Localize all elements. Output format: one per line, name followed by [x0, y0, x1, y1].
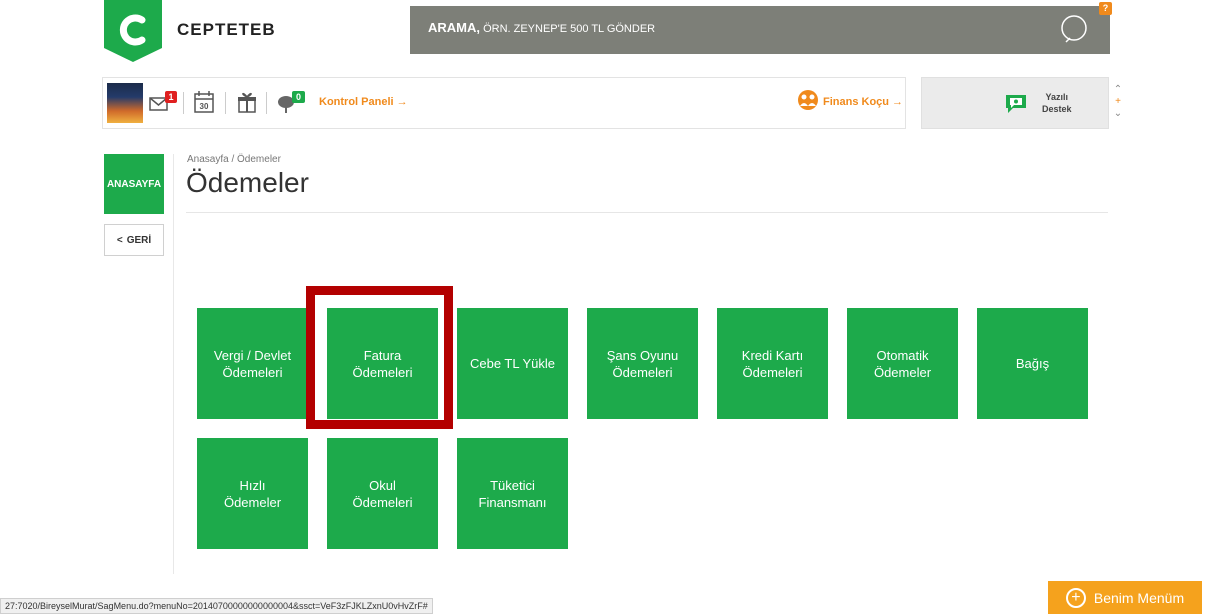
page-title: Ödemeler	[186, 167, 309, 198]
tile-sans-oyunu-odemeleri[interactable]: Şans Oyunu Ödemeleri	[587, 308, 698, 419]
anasayfa-button[interactable]: ANASAYFA	[104, 154, 164, 214]
tile-okul-odemeleri[interactable]: Okul Ödemeleri	[327, 438, 438, 549]
yazili-destek-label: Yazılı Destek	[1042, 92, 1072, 114]
chevron-left-icon: <	[116, 234, 123, 246]
svg-text:30: 30	[200, 102, 209, 111]
search-bar[interactable]: ARAMA, ÖRN. ZEYNEP'E 500 TL GÖNDER ?	[410, 2, 1112, 54]
title-divider	[186, 212, 1108, 213]
tile-cebe-tl-yukle[interactable]: Cebe TL Yükle	[457, 308, 568, 419]
scroll-arrows[interactable]: ⌃ + ⌄	[1111, 84, 1125, 124]
mail-icon[interactable]: 1	[149, 91, 179, 118]
yazili-destek-button[interactable]: Yazılı Destek	[921, 77, 1109, 129]
calendar-icon[interactable]: 30	[194, 91, 214, 118]
chevron-up-icon[interactable]: ⌃	[1111, 84, 1125, 96]
back-button[interactable]: < GERİ	[104, 224, 164, 256]
dashboard-bar: 1 30 0 Kontrol Paneli → Finans Koçu →	[102, 77, 906, 129]
tile-bagis[interactable]: Bağış	[977, 308, 1088, 419]
breadcrumb[interactable]: Anasayfa / Ödemeler	[187, 154, 281, 165]
svg-text:0: 0	[296, 92, 301, 102]
help-badge[interactable]: ?	[1099, 2, 1112, 15]
highlight-box	[306, 286, 453, 429]
finans-kocu-label: Finans Koçu →	[823, 95, 904, 108]
chat-icon	[1004, 92, 1028, 119]
cepteteb-logo[interactable]	[104, 0, 162, 62]
divider	[183, 92, 184, 114]
finans-kocu-link[interactable]: Finans Koçu →	[797, 89, 903, 114]
divider	[225, 92, 226, 114]
tile-tuketici-finansmani[interactable]: Tüketici Finansmanı	[457, 438, 568, 549]
search-icon[interactable]	[1056, 10, 1096, 50]
search-placeholder: ARAMA, ÖRN. ZEYNEP'E 500 TL GÖNDER	[428, 20, 656, 35]
tile-otomatik-odemeler[interactable]: Otomatik Ödemeler	[847, 308, 958, 419]
brand-name: CEPTETEB	[177, 20, 276, 39]
back-label: GERİ	[126, 234, 152, 246]
plus-circle-icon: +	[1065, 587, 1086, 608]
benim-menum-label: Benim Menüm	[1093, 589, 1185, 606]
sidebar-divider	[173, 154, 174, 574]
avatar[interactable]	[107, 83, 143, 123]
plus-icon[interactable]: +	[1111, 96, 1125, 108]
divider	[266, 92, 267, 114]
svg-text:1: 1	[168, 92, 173, 102]
tile-hizli-odemeler[interactable]: Hızlı Ödemeler	[197, 438, 308, 549]
status-bar-url: 27:7020/BireyselMurat/SagMenu.do?menuNo=…	[0, 598, 433, 614]
tile-kredi-karti-odemeleri[interactable]: Kredi Kartı Ödemeleri	[717, 308, 828, 419]
gift-icon[interactable]	[237, 91, 257, 118]
kontrol-paneli-link[interactable]: Kontrol Paneli →	[319, 96, 408, 108]
finans-kocu-icon	[797, 89, 819, 114]
cloud-icon[interactable]: 0	[277, 91, 307, 118]
chevron-down-icon[interactable]: ⌄	[1111, 108, 1125, 120]
benim-menum-button[interactable]: + Benim Menüm	[1048, 581, 1202, 614]
tile-vergi-devlet-odemeleri[interactable]: Vergi / Devlet Ödemeleri	[197, 308, 308, 419]
